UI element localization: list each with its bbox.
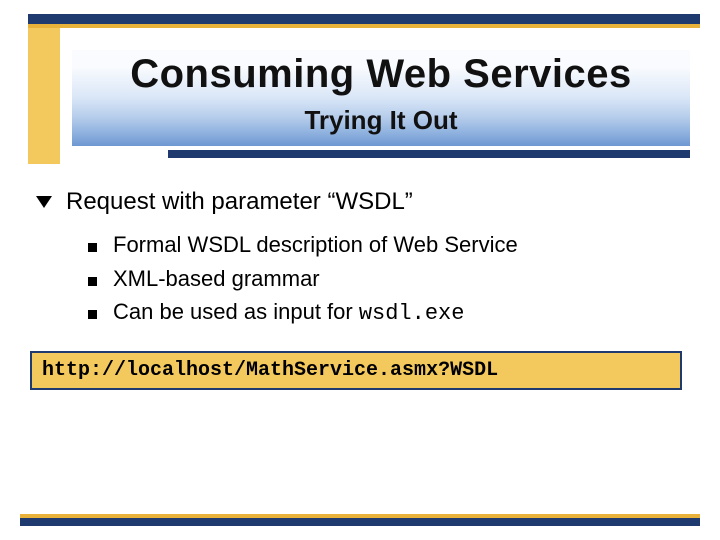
list-item-text: Can be used as input for wsdl.exe — [113, 297, 464, 329]
main-bullet-text: Request with parameter “WSDL” — [66, 188, 413, 216]
list-item: Formal WSDL description of Web Service — [88, 230, 690, 260]
square-bullet-icon — [88, 243, 97, 252]
content-area: Request with parameter “WSDL” Formal WSD… — [30, 180, 690, 390]
square-bullet-icon — [88, 310, 97, 319]
slide-subtitle: Trying It Out — [72, 105, 690, 136]
list-item: Can be used as input for wsdl.exe — [88, 297, 690, 329]
gold-side-accent — [28, 28, 60, 164]
url-code-box: http://localhost/MathService.asmx?WSDL — [30, 351, 682, 390]
bottom-bar-navy — [20, 518, 700, 526]
header-underline — [168, 150, 690, 158]
square-bullet-icon — [88, 277, 97, 286]
list-item-text-prefix: Can be used as input for — [113, 299, 359, 324]
slide: Consuming Web Services Trying It Out Req… — [0, 0, 720, 540]
sub-bullet-list: Formal WSDL description of Web Service X… — [88, 230, 690, 329]
top-bar-navy — [28, 14, 700, 24]
main-bullet: Request with parameter “WSDL” — [30, 188, 690, 216]
list-item-text: XML-based grammar — [113, 264, 320, 294]
list-item: XML-based grammar — [88, 264, 690, 294]
slide-title: Consuming Web Services — [72, 52, 690, 97]
inline-code: wsdl.exe — [359, 301, 465, 326]
top-bar-gold — [28, 24, 700, 28]
list-item-text: Formal WSDL description of Web Service — [113, 230, 518, 260]
url-text: http://localhost/MathService.asmx?WSDL — [42, 359, 498, 382]
triangle-bullet-icon — [36, 196, 52, 208]
